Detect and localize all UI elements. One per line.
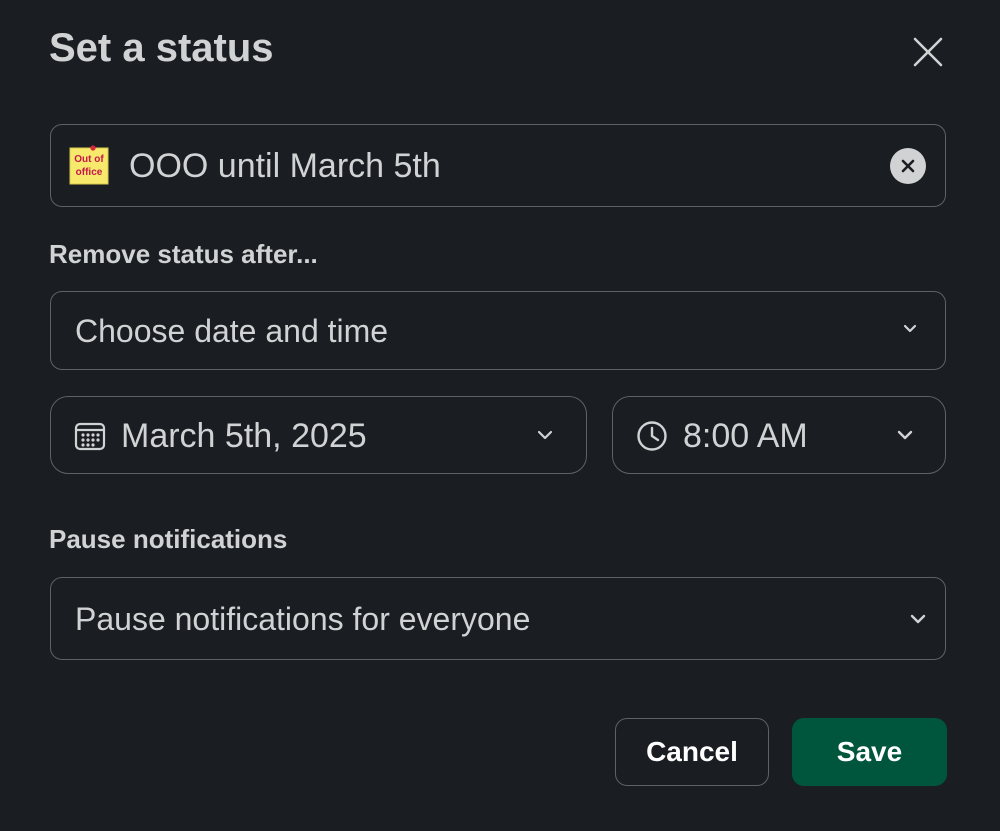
date-select[interactable]: March 5th, 2025 [50,396,587,474]
remove-after-selected: Choose date and time [75,313,389,349]
close-button[interactable] [906,30,950,74]
time-value: 8:00 AM [683,417,808,455]
remove-status-label: Remove status after... [49,239,318,269]
out-of-office-emoji-icon: Out of office [69,145,109,185]
chevron-down-icon [910,614,926,624]
svg-text:Out of: Out of [74,154,104,165]
status-emoji-button[interactable]: Out of office [69,145,109,185]
cancel-button[interactable]: Cancel [615,718,769,786]
chevron-down-icon [537,430,553,440]
pause-notifications-selected: Pause notifications for everyone [75,601,531,637]
set-status-dialog: Set a status Out of office OOO until Mar… [0,0,1000,831]
chevron-down-icon [903,324,917,333]
save-button[interactable]: Save [792,718,947,786]
remove-after-select[interactable]: Choose date and time [50,291,946,370]
calendar-icon [74,422,106,451]
pause-notifications-label: Pause notifications [49,524,288,554]
svg-text:office: office [76,167,103,178]
clear-icon [901,159,915,173]
close-icon [913,37,943,67]
pause-notifications-select[interactable]: Pause notifications for everyone [50,577,946,660]
date-value: March 5th, 2025 [121,417,367,455]
clear-status-button[interactable] [890,148,926,184]
status-input[interactable]: Out of office OOO until March 5th [50,124,946,207]
clock-icon [637,421,667,451]
dialog-title: Set a status [49,26,274,70]
status-text-value: OOO until March 5th [129,147,441,185]
chevron-down-icon [897,430,913,440]
time-select[interactable]: 8:00 AM [612,396,946,474]
